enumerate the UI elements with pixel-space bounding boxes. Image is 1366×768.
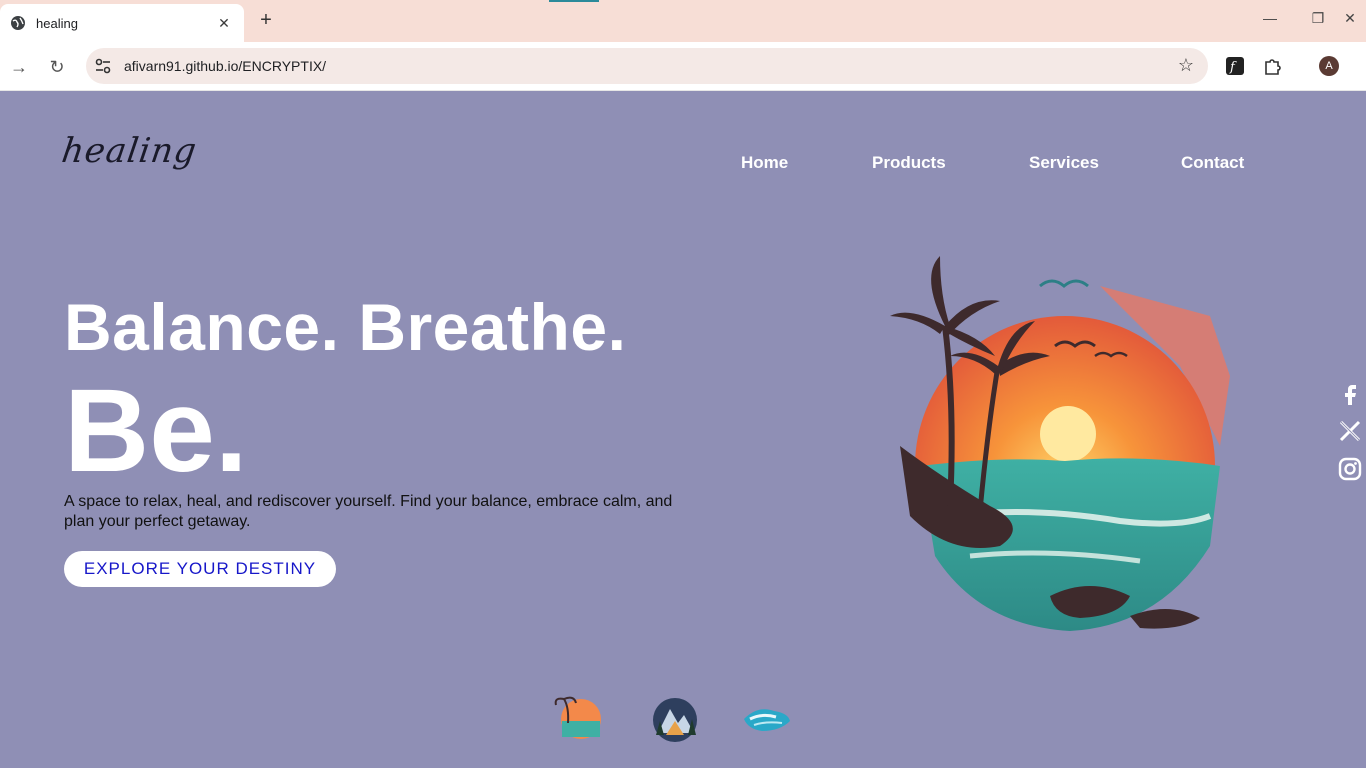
thumbnail-sunset-beach[interactable] <box>554 695 608 745</box>
tab-close-icon[interactable]: ✕ <box>214 15 234 32</box>
nav-products[interactable]: Products <box>872 153 946 173</box>
browser-tab-strip: healing ✕ + — ❐ ✕ <box>0 0 1366 42</box>
minimize-icon[interactable]: — <box>1260 10 1280 26</box>
sunset-island-illustration <box>890 256 1230 631</box>
loading-indicator <box>549 0 599 2</box>
facebook-icon[interactable] <box>1338 381 1362 405</box>
url-text: afivarn91.github.io/ENCRYPTIX/ <box>124 58 327 74</box>
site-settings-icon[interactable] <box>94 57 112 75</box>
restore-icon[interactable]: ❐ <box>1308 10 1328 27</box>
nav-contact[interactable]: Contact <box>1181 153 1244 173</box>
extensions-puzzle-icon[interactable] <box>1262 55 1284 77</box>
browser-toolbar: → ↻ afivarn91.github.io/ENCRYPTIX/ ☆ f A <box>0 42 1366 91</box>
headline-secondary: Be. <box>64 365 248 497</box>
tab-title: healing <box>36 15 78 31</box>
thumbnail-mountain-camp[interactable] <box>648 695 702 745</box>
bookmark-star-icon[interactable]: ☆ <box>1178 55 1194 76</box>
x-icon[interactable] <box>1338 419 1362 443</box>
profile-avatar[interactable]: A <box>1319 56 1339 76</box>
browser-tab[interactable]: healing ✕ <box>0 4 244 42</box>
forward-icon[interactable]: → <box>8 56 30 78</box>
nav-services[interactable]: Services <box>1029 153 1099 173</box>
window-close-icon[interactable]: ✕ <box>1340 10 1360 27</box>
webpage: healing Home Products Services Contact B… <box>0 91 1366 768</box>
extension-fontf-icon[interactable]: f <box>1224 55 1246 77</box>
explore-button[interactable]: EXPLORE YOUR DESTINY <box>64 551 336 587</box>
nav-home[interactable]: Home <box>741 153 788 173</box>
headline-primary: Balance. Breathe. <box>64 290 627 364</box>
instagram-icon[interactable] <box>1338 457 1362 481</box>
thumbnail-ocean-wave[interactable] <box>740 695 794 745</box>
reload-icon[interactable]: ↻ <box>46 56 68 78</box>
hero-description: A space to relax, heal, and rediscover y… <box>64 493 673 530</box>
globe-icon <box>11 16 25 30</box>
new-tab-button[interactable]: + <box>254 9 278 33</box>
site-logo[interactable]: healing <box>59 131 199 171</box>
address-bar[interactable]: afivarn91.github.io/ENCRYPTIX/ ☆ <box>86 48 1208 84</box>
